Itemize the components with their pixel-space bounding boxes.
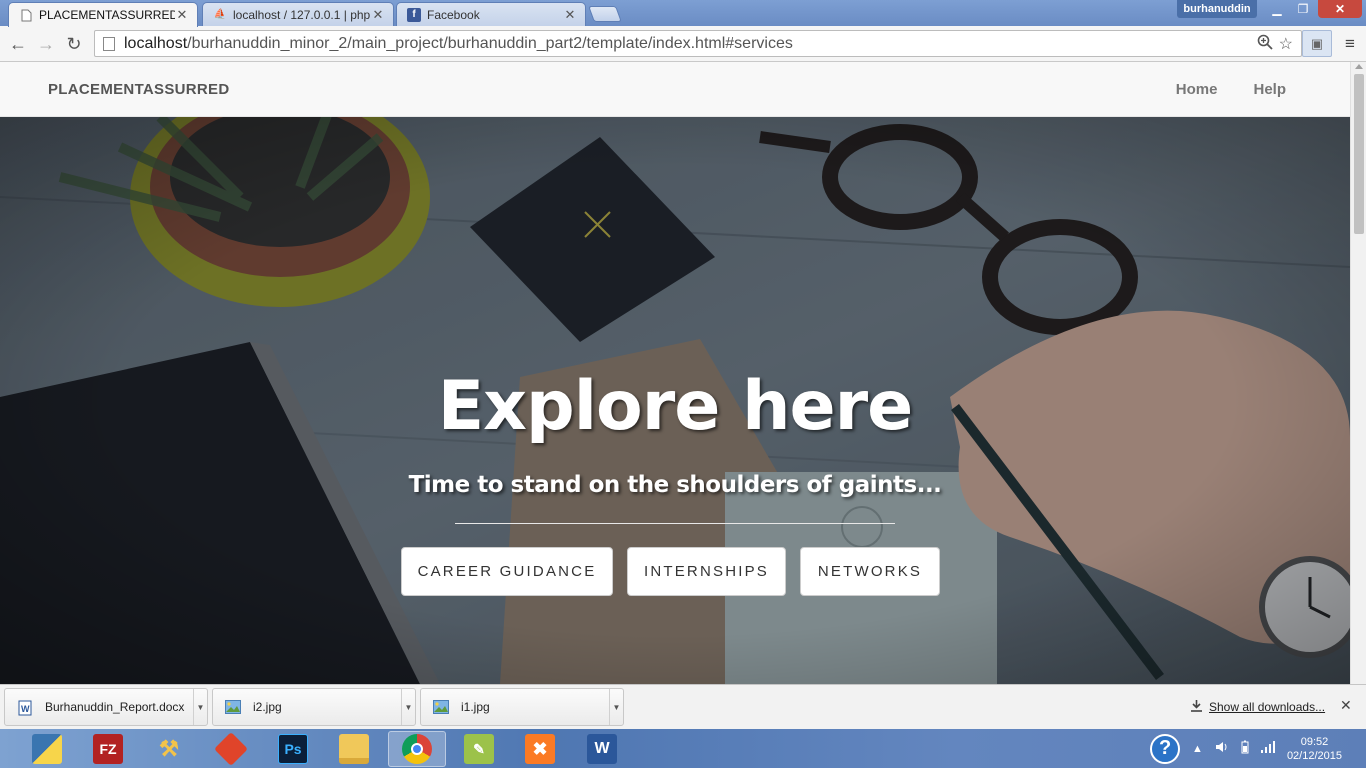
phpmyadmin-icon: ⛵ (213, 9, 227, 20)
battery-icon[interactable] (1241, 740, 1249, 757)
zoom-icon[interactable] (1257, 34, 1273, 55)
minimize-icon[interactable]: ▁ (1264, 0, 1290, 18)
hero-subtitle: Time to stand on the shoulders of gaints… (408, 472, 942, 498)
git-icon[interactable] (202, 731, 260, 767)
nav-help-link[interactable]: Help (1253, 81, 1286, 98)
networks-button[interactable]: NETWORKS (800, 547, 940, 596)
windows-taskbar: FZ ⚒ Ps ✎ ✖ W ? ▲ 09:52 02/12/2015 (0, 729, 1366, 768)
word-doc-icon: W (17, 700, 33, 716)
volume-icon[interactable] (1215, 741, 1229, 756)
system-clock[interactable]: 09:52 02/12/2015 (1287, 735, 1342, 763)
hero-divider (455, 523, 895, 524)
help-icon[interactable]: ? (1150, 733, 1181, 764)
download-icon (1190, 699, 1203, 715)
chevron-down-icon[interactable]: ▼ (609, 689, 623, 725)
svg-text:W: W (21, 704, 30, 714)
download-filename: i2.jpg (253, 700, 282, 714)
facebook-icon: f (407, 7, 421, 22)
hero-title: Explore here (437, 367, 914, 446)
close-icon[interactable]: ✕ (1340, 697, 1352, 714)
download-shelf: W Burhanuddin_Report.docx ▼ i2.jpg ▼ i1.… (0, 684, 1366, 729)
chevron-up-icon[interactable]: ▲ (1192, 743, 1203, 755)
page-viewport: PLACEMENTASSURRED Home Help Explore here… (0, 62, 1350, 684)
clock-time: 09:52 (1300, 735, 1329, 748)
photoshop-icon[interactable]: Ps (264, 731, 322, 767)
close-icon[interactable]: ✕ (563, 7, 577, 23)
internships-button[interactable]: INTERNSHIPS (627, 547, 786, 596)
tab-title: localhost / 127.0.0.1 | phpM (233, 7, 371, 22)
profile-user-chip[interactable]: burhanuddin (1177, 0, 1257, 18)
reload-icon[interactable]: ↻ (62, 32, 86, 56)
signal-icon[interactable] (1260, 741, 1275, 756)
image-file-icon (433, 700, 449, 714)
download-item[interactable]: i2.jpg ▼ (212, 688, 416, 726)
chevron-down-icon[interactable]: ▼ (401, 689, 415, 725)
chevron-down-icon[interactable]: ▼ (193, 689, 207, 725)
menu-icon[interactable]: ≡ (1340, 34, 1360, 54)
download-item[interactable]: i1.jpg ▼ (420, 688, 624, 726)
filezilla-icon[interactable]: FZ (79, 731, 137, 767)
browser-toolbar: ← → ↻ localhost/burhanuddin_minor_2/main… (0, 26, 1366, 62)
site-navbar: PLACEMENTASSURRED Home Help (0, 62, 1350, 117)
window-close-icon[interactable]: ✕ (1318, 0, 1362, 18)
close-icon[interactable]: ✕ (371, 7, 385, 23)
new-tab-button[interactable] (588, 6, 622, 22)
image-file-icon (225, 700, 241, 714)
clock-date: 02/12/2015 (1286, 749, 1342, 762)
site-brand[interactable]: PLACEMENTASSURRED (48, 81, 230, 98)
word-icon[interactable]: W (573, 731, 631, 767)
tab-phpmyadmin[interactable]: ⛵ localhost / 127.0.0.1 | phpM ✕ (202, 2, 394, 26)
chrome-icon[interactable] (388, 731, 446, 767)
address-url: localhost/burhanuddin_minor_2/main_proje… (124, 34, 793, 52)
notepad-plus-icon[interactable]: ✎ (450, 731, 508, 767)
site-nav-links: Home Help (1176, 81, 1286, 98)
bookmark-star-icon[interactable]: ☆ (1279, 34, 1293, 55)
back-arrow-icon[interactable]: ← (6, 32, 30, 56)
download-filename: Burhanuddin_Report.docx (45, 700, 185, 714)
tools-icon[interactable]: ⚒ (140, 731, 198, 767)
browser-tab-strip: PLACEMENTASSURRED ✕ ⛵ localhost / 127.0.… (0, 0, 1366, 27)
download-filename: i1.jpg (461, 700, 490, 714)
file-explorer-icon[interactable] (325, 731, 383, 767)
scroll-up-arrow-icon[interactable] (1355, 64, 1363, 69)
python-icon[interactable] (18, 731, 76, 767)
page-info-icon[interactable] (103, 36, 115, 51)
page-scrollbar[interactable] (1350, 62, 1366, 684)
system-tray: ? ▲ 09:52 02/12/2015 (1150, 729, 1366, 768)
hero-button-group: CAREER GUIDANCE INTERNSHIPS NETWORKS (401, 547, 940, 596)
forward-arrow-icon[interactable]: → (34, 32, 58, 56)
career-guidance-button[interactable]: CAREER GUIDANCE (401, 547, 613, 596)
restore-icon[interactable]: ❐ (1290, 0, 1316, 18)
hero-section: Explore here Time to stand on the should… (0, 117, 1350, 684)
tab-facebook[interactable]: f Facebook ✕ (396, 2, 586, 26)
page-icon (19, 8, 33, 22)
show-all-downloads[interactable]: Show all downloads... (1190, 699, 1325, 715)
xampp-icon[interactable]: ✖ (511, 731, 569, 767)
nav-home-link[interactable]: Home (1176, 81, 1218, 98)
hero-content: Explore here Time to stand on the should… (0, 117, 1350, 684)
tab-placementassurred[interactable]: PLACEMENTASSURRED ✕ (8, 2, 198, 27)
scrollbar-thumb[interactable] (1354, 74, 1364, 234)
extension-icon[interactable]: ▣ (1302, 30, 1332, 57)
close-icon[interactable]: ✕ (175, 7, 189, 23)
download-item[interactable]: W Burhanuddin_Report.docx ▼ (4, 688, 208, 726)
show-all-downloads-link[interactable]: Show all downloads... (1209, 700, 1325, 714)
tab-title: PLACEMENTASSURRED (39, 8, 175, 22)
address-bar[interactable]: localhost/burhanuddin_minor_2/main_proje… (94, 30, 1302, 57)
tab-title: Facebook (427, 7, 480, 22)
